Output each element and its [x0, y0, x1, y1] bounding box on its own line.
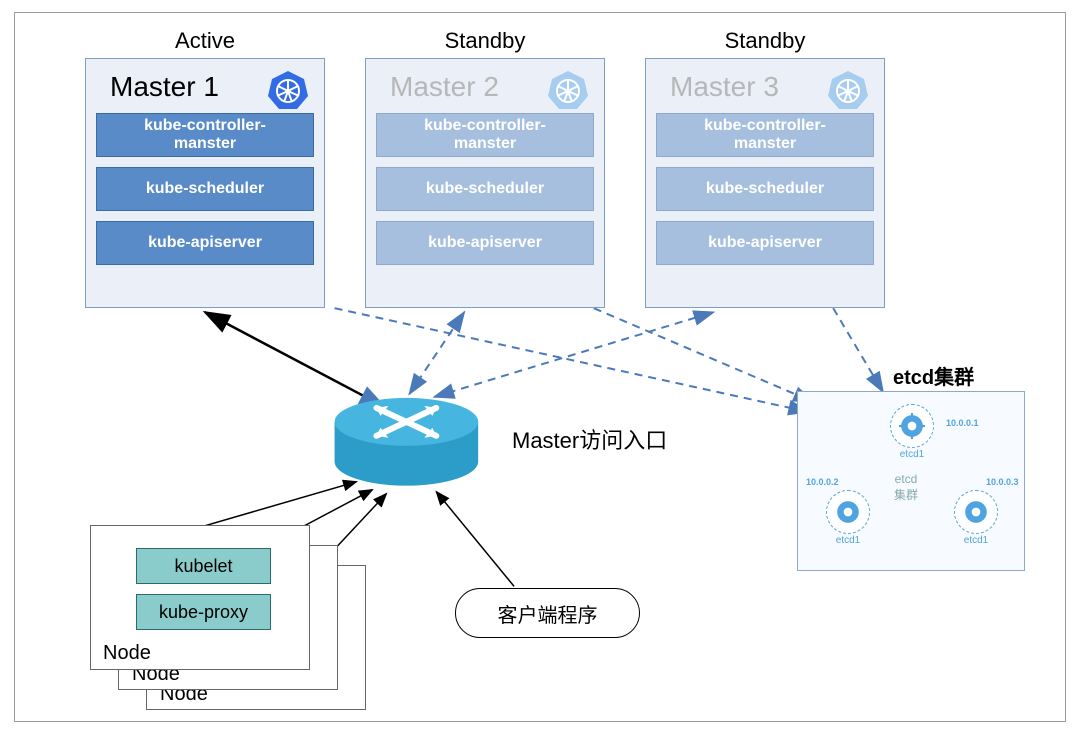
router-icon: [335, 398, 479, 486]
kubernetes-icon: [268, 69, 308, 109]
etcd-cluster-box: etcd1 10.0.0.1 etcd1 10.0.0.2 etcd1 10.0…: [797, 391, 1025, 571]
edge-master2-etcd: [594, 308, 813, 402]
etcd-node-1: [890, 404, 934, 448]
etcd-title: etcd集群: [893, 361, 974, 390]
gear-icon: [899, 413, 925, 439]
etcd-node3-name: etcd1: [954, 535, 998, 546]
etcd-node-2: [826, 490, 870, 534]
master2-comp-apiserver: kube-apiserver: [376, 221, 594, 265]
node-comp-kubelet: kubelet: [136, 548, 271, 584]
edge-router-master2: [409, 312, 464, 394]
kubernetes-icon: [828, 69, 868, 109]
etcd-node1-ip: 10.0.0.1: [946, 418, 979, 428]
master2-box: Master 2 kube-controller- manster kube-s…: [365, 58, 605, 308]
etcd-node3-ip: 10.0.0.3: [986, 477, 1019, 487]
master1-comp-controller: kube-controller- manster: [96, 113, 314, 157]
master3-comp-apiserver: kube-apiserver: [656, 221, 874, 265]
etcd-node2-ip: 10.0.0.2: [806, 477, 839, 487]
edge-master3-etcd: [833, 308, 883, 392]
edge-client-router: [436, 492, 514, 587]
edge-router-master3: [434, 312, 713, 397]
node-comp-kubeproxy: kube-proxy: [136, 594, 271, 630]
master1-status: Active: [155, 28, 255, 54]
node-stack: Node Node kubelet kube-proxy Node: [90, 525, 370, 715]
master2-status: Standby: [435, 28, 535, 54]
node-box-1: kubelet kube-proxy Node: [90, 525, 310, 670]
diagram-canvas: Active Master 1 kube-controller- manster…: [14, 12, 1066, 722]
node-label-1: Node: [103, 642, 151, 665]
etcd-node1-name: etcd1: [890, 449, 934, 460]
client-box: 客户端程序: [455, 588, 640, 638]
master2-comp-controller: kube-controller- manster: [376, 113, 594, 157]
edge-router-master1: [205, 312, 384, 407]
edge-master1-etcd: [335, 308, 809, 412]
etcd-center-label: etcd 集群: [894, 472, 918, 503]
master1-box: Master 1 kube-controller- manster kube-s…: [85, 58, 325, 308]
gear-icon: [963, 499, 989, 525]
kubernetes-icon: [548, 69, 588, 109]
master3-comp-controller: kube-controller- manster: [656, 113, 874, 157]
master2-comp-scheduler: kube-scheduler: [376, 167, 594, 211]
master3-comp-scheduler: kube-scheduler: [656, 167, 874, 211]
master1-comp-scheduler: kube-scheduler: [96, 167, 314, 211]
client-label: 客户端程序: [498, 599, 598, 628]
gear-icon: [835, 499, 861, 525]
master1-comp-apiserver: kube-apiserver: [96, 221, 314, 265]
router-label: Master访问入口: [512, 423, 667, 455]
master3-status: Standby: [715, 28, 815, 54]
etcd-node-3: [954, 490, 998, 534]
master3-box: Master 3 kube-controller- manster kube-s…: [645, 58, 885, 308]
etcd-node2-name: etcd1: [826, 535, 870, 546]
